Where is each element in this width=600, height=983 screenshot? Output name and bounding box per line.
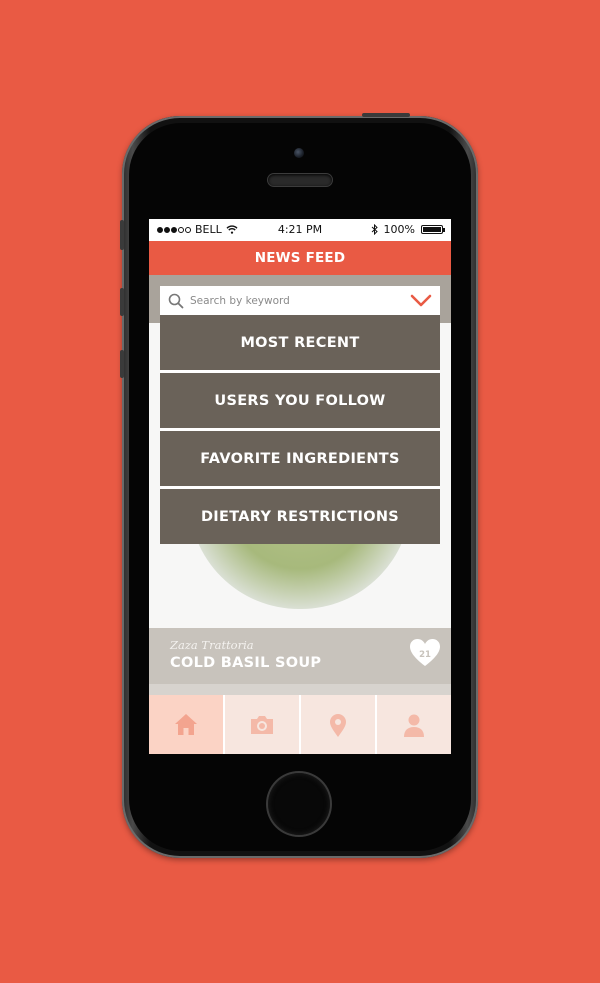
location-pin-icon: [330, 713, 346, 737]
volume-down-button: [120, 350, 124, 378]
battery-icon: [421, 225, 445, 234]
menu-item-dietary-restrictions[interactable]: DIETARY RESTRICTIONS: [160, 489, 440, 544]
filter-dropdown: MOST RECENT USERS YOU FOLLOW FAVORITE IN…: [160, 315, 440, 544]
search-icon: [168, 293, 184, 308]
camera-icon: [251, 715, 273, 734]
search-bar: [160, 286, 440, 315]
menu-item-users-you-follow[interactable]: USERS YOU FOLLOW: [160, 373, 440, 431]
battery-percent: 100%: [383, 223, 415, 236]
tab-home[interactable]: [149, 695, 225, 754]
app-screen: BELL 4:21 PM 100% NEWS FEED Search by ke…: [149, 219, 451, 754]
mute-switch: [120, 220, 124, 250]
power-button: [362, 113, 410, 117]
volume-up-button: [120, 288, 124, 316]
page-title: NEWS FEED: [149, 241, 451, 275]
status-bar: BELL 4:21 PM 100%: [149, 219, 451, 241]
menu-item-favorite-ingredients[interactable]: FAVORITE INGREDIENTS: [160, 431, 440, 489]
earpiece-speaker: [268, 174, 332, 186]
menu-item-most-recent[interactable]: MOST RECENT: [160, 315, 440, 373]
tab-profile[interactable]: [377, 695, 451, 754]
status-right: 100%: [371, 223, 445, 236]
front-camera: [294, 148, 304, 158]
home-button[interactable]: [268, 773, 330, 835]
dish-name[interactable]: COLD BASIL SOUP: [170, 655, 321, 671]
feed-divider: [149, 684, 451, 695]
home-icon: [175, 713, 197, 735]
tab-location[interactable]: [301, 695, 377, 754]
tab-bar: [149, 695, 451, 754]
tab-camera[interactable]: [225, 695, 301, 754]
post-info-bar[interactable]: Zaza Trattoria COLD BASIL SOUP 21: [149, 628, 451, 684]
restaurant-name[interactable]: Zaza Trattoria: [170, 638, 254, 652]
bluetooth-icon: [371, 224, 378, 235]
like-count: 21: [419, 650, 431, 660]
search-input[interactable]: [190, 294, 410, 307]
chevron-down-icon[interactable]: [410, 294, 432, 308]
user-icon: [404, 714, 424, 737]
